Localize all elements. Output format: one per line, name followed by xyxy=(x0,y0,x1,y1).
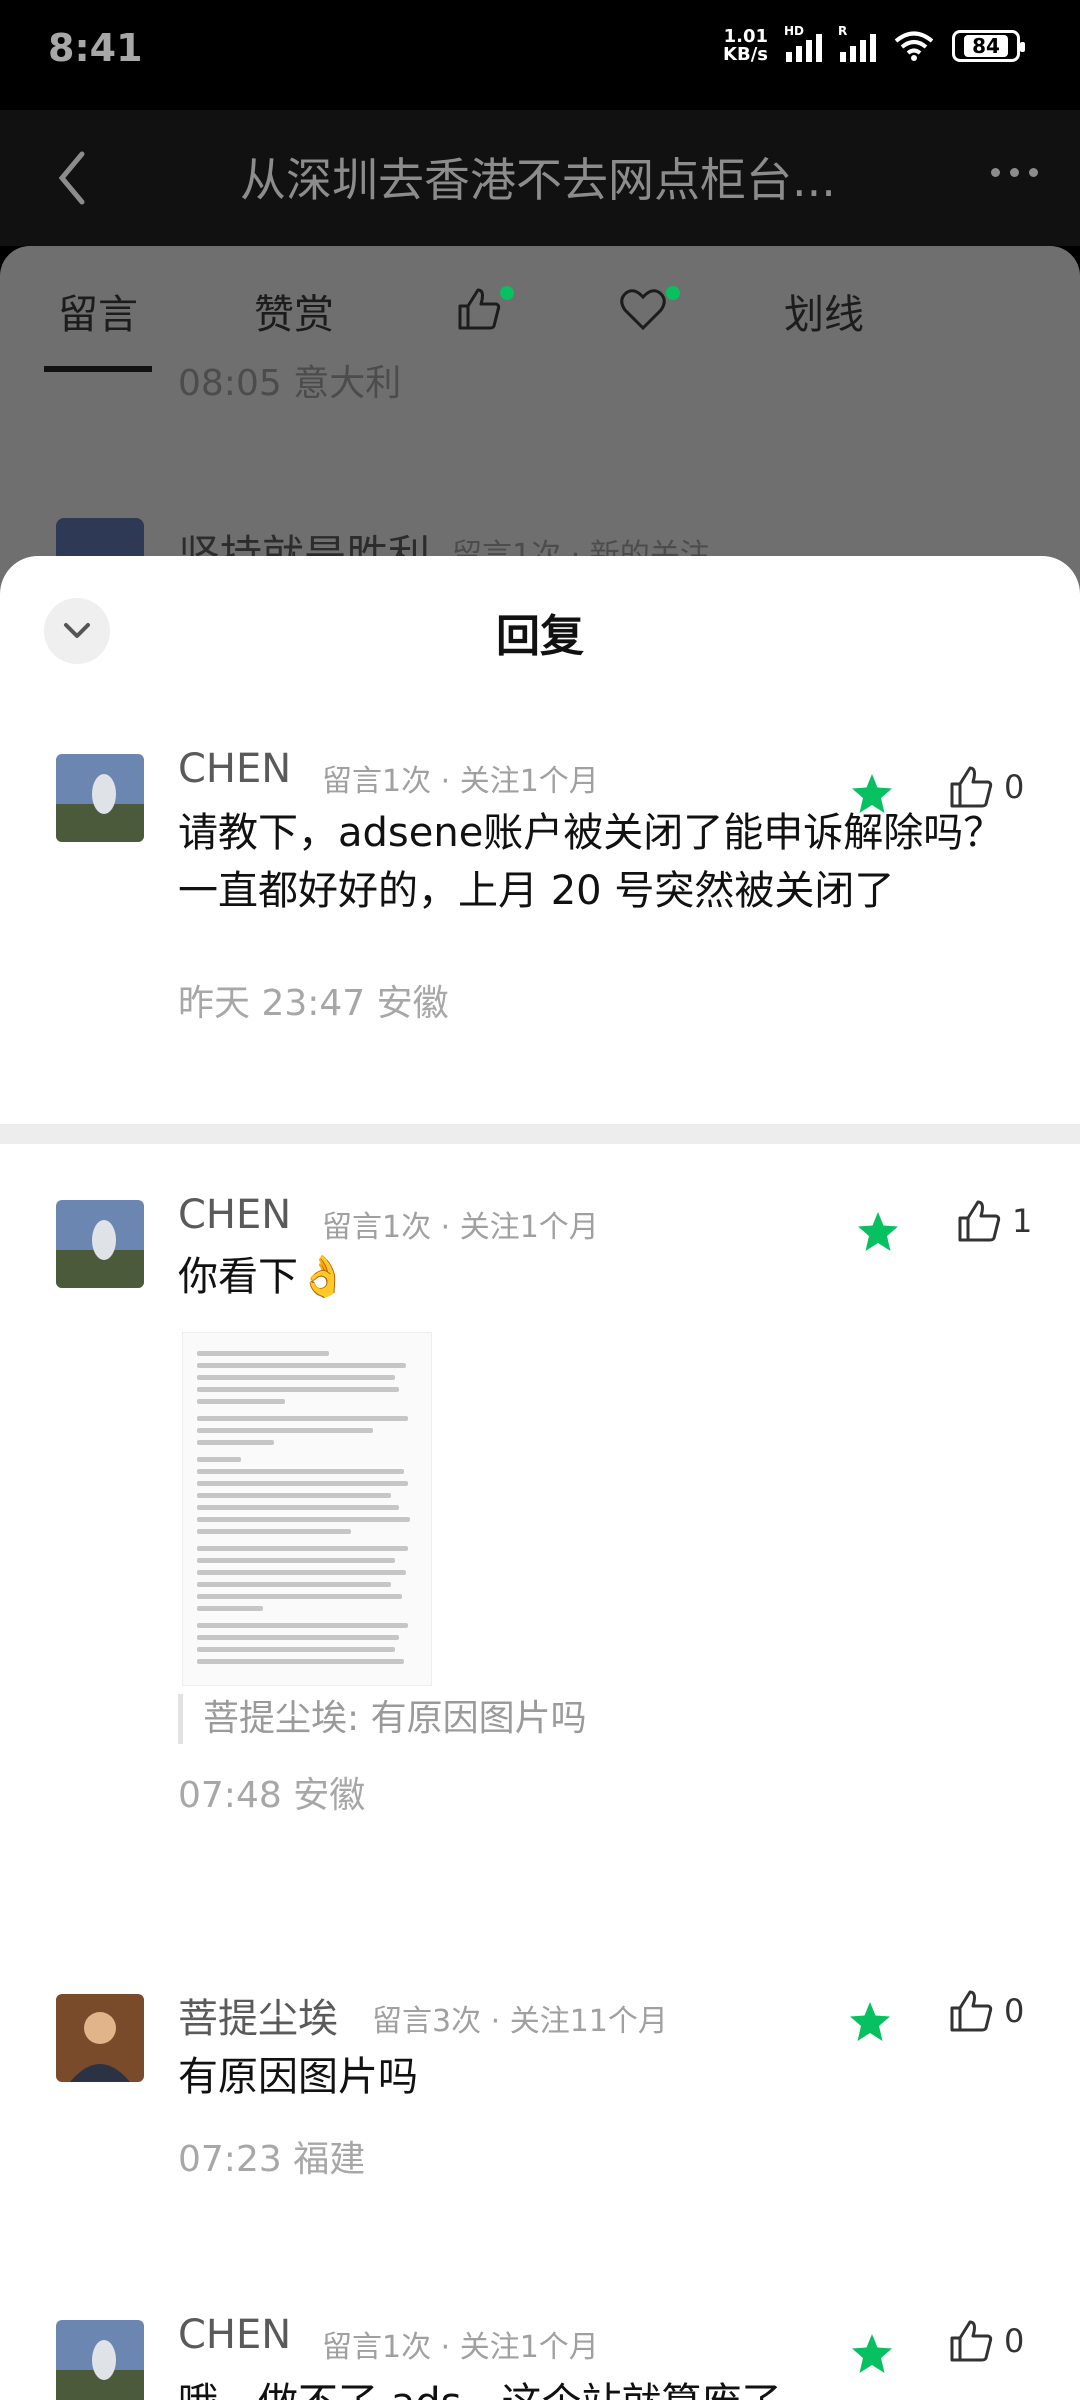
tab-rewards[interactable]: 赞赏 xyxy=(254,282,334,340)
tab-comments[interactable]: 留言 xyxy=(44,282,152,372)
tab-likes-icon[interactable] xyxy=(456,286,502,332)
comment-time-location: 昨天 23:47 安徽 xyxy=(178,983,449,1024)
like-count: 0 xyxy=(1004,2322,1025,2360)
more-icon[interactable] xyxy=(991,168,1038,177)
star-icon[interactable] xyxy=(848,2000,892,2044)
commenter-name[interactable]: CHEN xyxy=(178,2312,291,2358)
comment-text: 有原因图片吗 xyxy=(178,2054,418,2100)
commenter-meta: 留言1次 · 关注1个月 xyxy=(322,2330,599,2365)
signal-hd-icon: HD xyxy=(784,24,822,62)
section-divider xyxy=(0,1124,1080,1144)
comment-time-location: 07:23 福建 xyxy=(178,2139,366,2180)
reply-sheet: 回复 CHEN 留言1次 · 关注1个月 0 请教下，adsene账户被关闭了能… xyxy=(0,556,1080,2400)
network-speed: 1.01 KB/s xyxy=(723,26,768,65)
attached-screenshot-image[interactable] xyxy=(182,1332,432,1686)
comment-text: 你看下👌 xyxy=(178,1254,348,1300)
wifi-icon xyxy=(894,31,934,61)
status-bar: 8:41 1.01 KB/s HD R 84 xyxy=(0,0,1080,110)
like-button[interactable]: 0 xyxy=(948,1988,1024,2034)
reply-comment: CHEN 留言1次 · 关注1个月 0 哦，做不了 ads，这个站就算废了 xyxy=(0,2312,1080,2400)
comment-text: 哦，做不了 ads，这个站就算废了 xyxy=(178,2374,1018,2400)
signal-r-icon: R xyxy=(838,24,876,62)
like-count: 0 xyxy=(1004,1992,1025,2030)
article-title: 从深圳去香港不去网点柜台... xyxy=(240,153,836,207)
comments-panel-background: 留言 赞赏 划线 08:05 意大利 坚持就是胜利 留言1次 · 新的关注 xyxy=(0,246,1080,606)
commenter-name[interactable]: 菩提尘埃 xyxy=(178,1986,338,2044)
favorites-dot-indicator xyxy=(666,286,680,300)
commenter-name[interactable]: CHEN xyxy=(178,746,291,792)
reply-comment: 菩提尘埃 留言3次 · 关注11个月 0 有原因图片吗 07:23 福建 xyxy=(0,1986,1080,2206)
back-arrow-icon[interactable] xyxy=(56,148,86,208)
star-icon[interactable] xyxy=(850,2332,894,2376)
like-button[interactable]: 0 xyxy=(948,2318,1024,2364)
main-comment: CHEN 留言1次 · 关注1个月 0 请教下，adsene账户被关闭了能申诉解… xyxy=(0,746,1080,1106)
thumbs-up-icon xyxy=(950,1990,993,2032)
likes-dot-indicator xyxy=(500,286,514,300)
commenter-meta: 留言3次 · 关注11个月 xyxy=(372,2004,668,2039)
commenter-name[interactable]: CHEN xyxy=(178,1192,291,1238)
like-count: 1 xyxy=(1012,1202,1033,1240)
reply-comment: CHEN 留言1次 · 关注1个月 1 你看下👌 菩提尘埃: 有原因图片吗 07… xyxy=(0,1192,1080,1832)
comment-time-location: 07:48 安徽 xyxy=(178,1775,366,1816)
thumbs-up-icon xyxy=(958,1200,1001,1242)
like-count: 0 xyxy=(1004,768,1025,806)
clock: 8:41 xyxy=(48,26,143,70)
avatar[interactable] xyxy=(56,754,144,842)
avatar[interactable] xyxy=(56,1200,144,1288)
thumbs-up-icon xyxy=(950,2320,993,2362)
partial-comment-row: 08:05 意大利 xyxy=(178,363,402,404)
commenter-meta: 留言1次 · 关注1个月 xyxy=(322,764,599,799)
sheet-header: 回复 xyxy=(0,556,1080,706)
sheet-title: 回复 xyxy=(496,611,584,662)
avatar[interactable] xyxy=(56,2320,144,2400)
like-button[interactable]: 1 xyxy=(956,1198,1032,1244)
status-icons: 1.01 KB/s HD R 84 xyxy=(723,24,1025,65)
tab-highlights[interactable]: 划线 xyxy=(784,282,864,340)
comment-text: 请教下，adsene账户被关闭了能申诉解除吗？一直都好好的，上月 20 号突然被… xyxy=(178,810,1004,914)
tab-favorites-heart-icon[interactable] xyxy=(620,288,666,330)
avatar[interactable] xyxy=(56,1994,144,2082)
battery-icon: 84 xyxy=(952,30,1025,62)
article-header: 从深圳去香港不去网点柜台... xyxy=(0,110,1080,246)
quoted-reply: 菩提尘埃: 有原因图片吗 xyxy=(178,1694,587,1744)
commenter-meta: 留言1次 · 关注1个月 xyxy=(322,1210,599,1245)
